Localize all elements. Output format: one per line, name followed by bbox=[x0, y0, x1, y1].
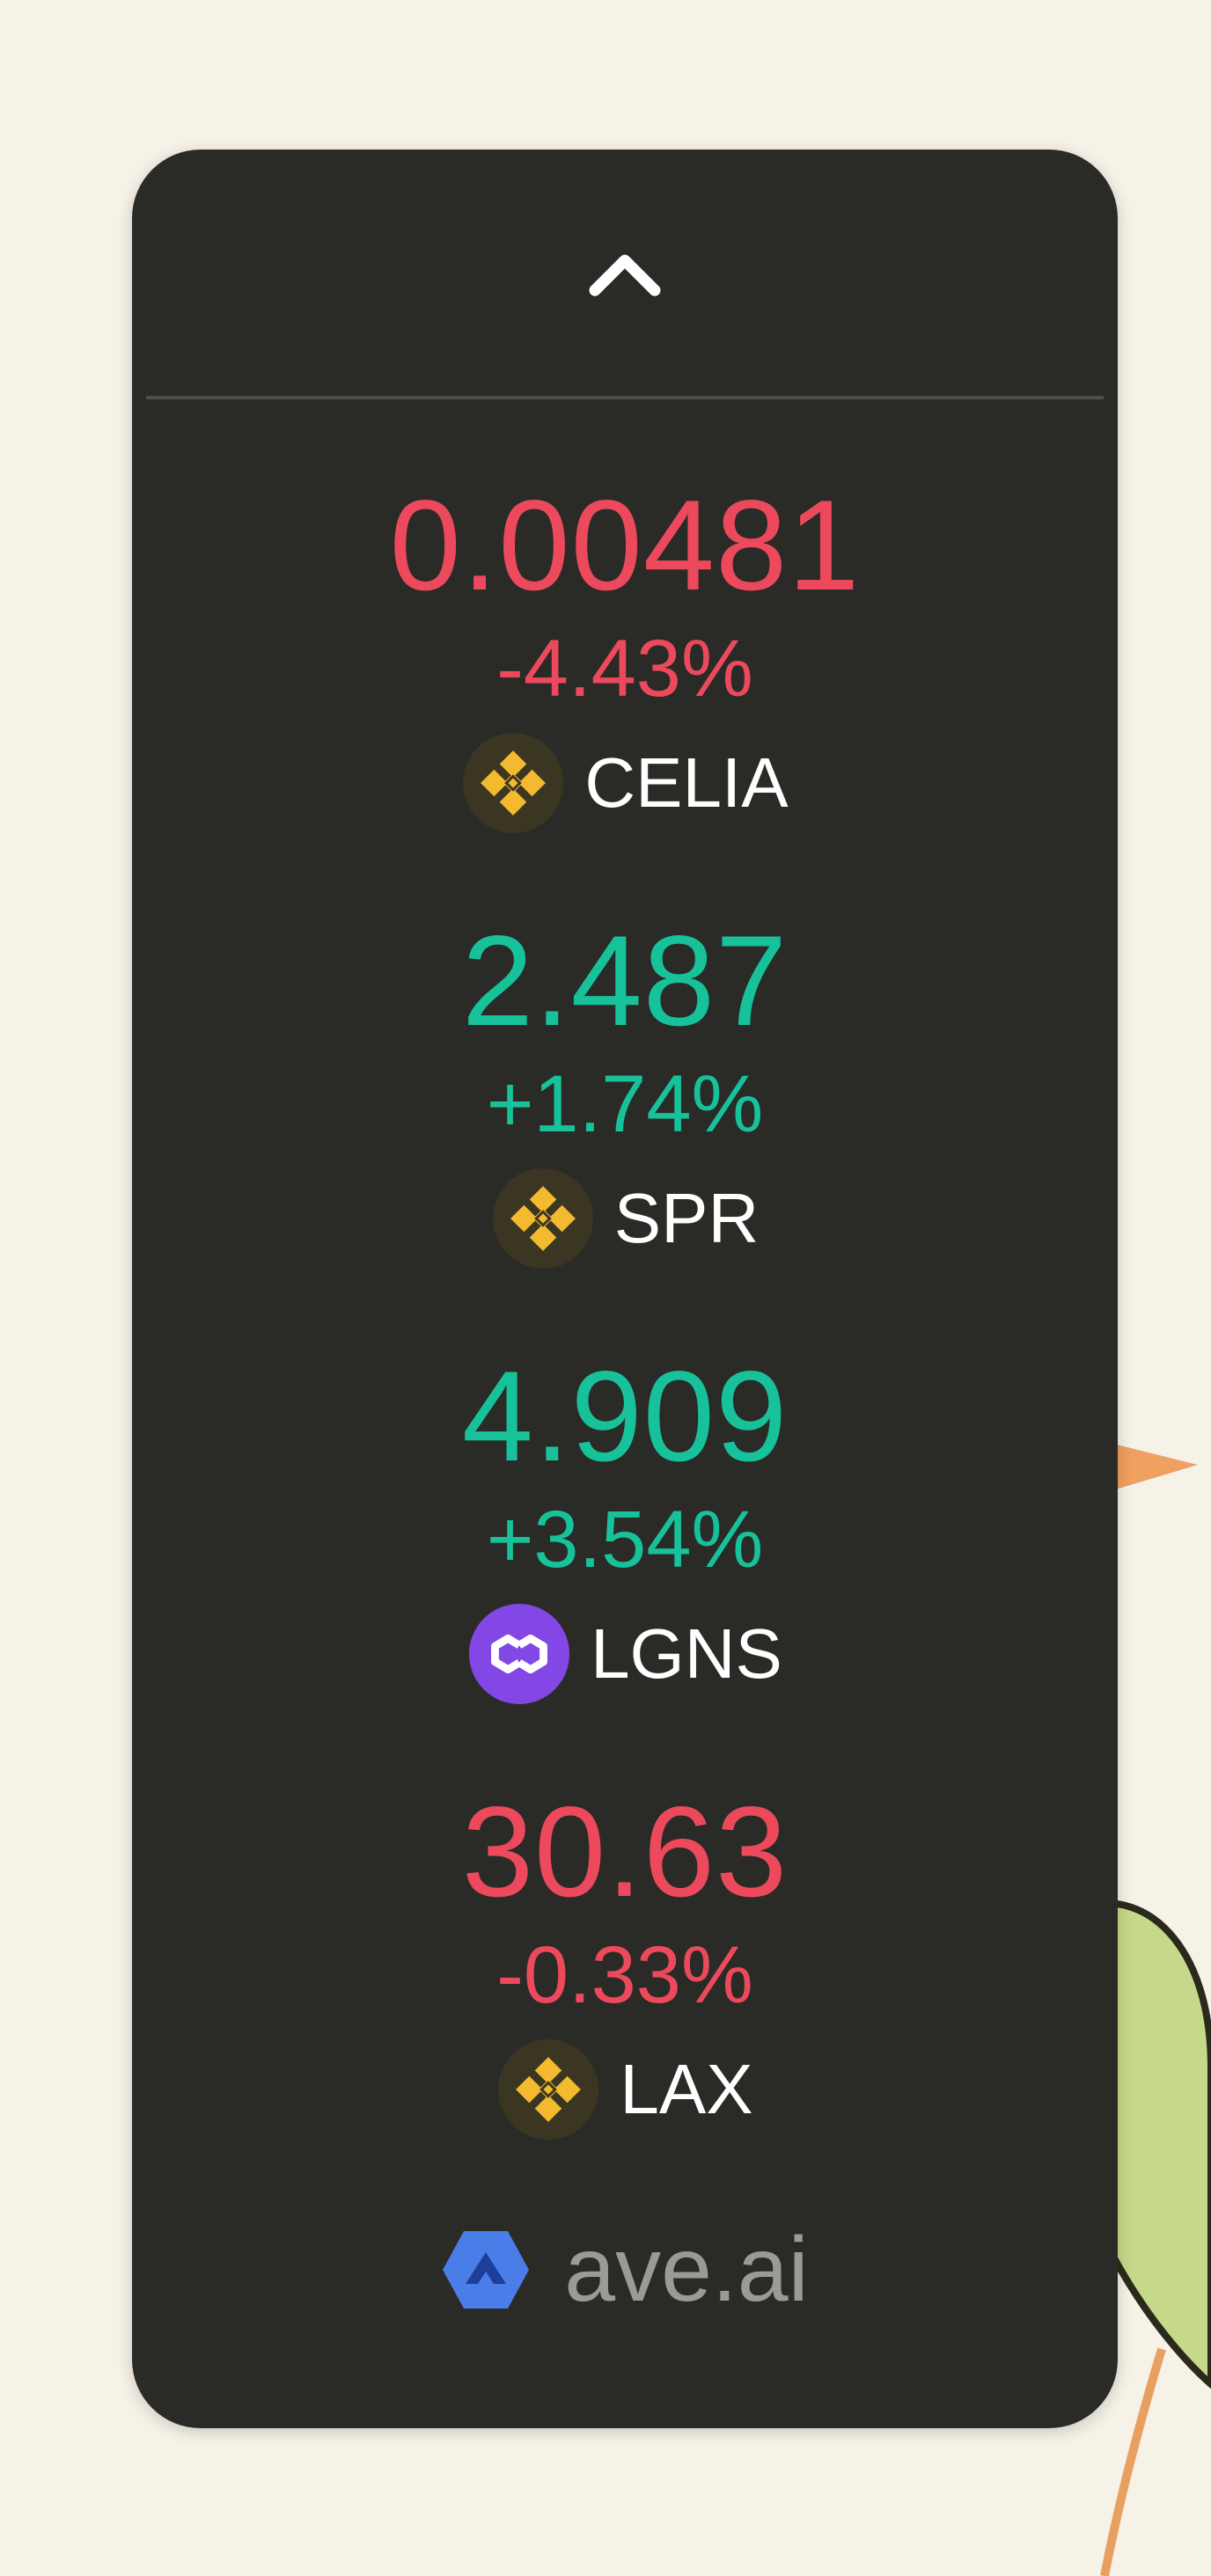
token-symbol: LAX bbox=[620, 2050, 753, 2128]
ticker-item-celia[interactable]: 0.00481 -4.43% CELIA bbox=[132, 479, 1118, 893]
brand-footer[interactable]: ave.ai bbox=[132, 2208, 1118, 2331]
ticker-token-row: SPR bbox=[132, 1166, 1118, 1271]
token-symbol: LGNS bbox=[591, 1614, 782, 1693]
header-divider bbox=[146, 396, 1104, 399]
ticker-item-spr[interactable]: 2.487 +1.74% SPR bbox=[132, 915, 1118, 1328]
ticker-token-row: CELIA bbox=[132, 730, 1118, 836]
ticker-item-lax[interactable]: 30.63 -0.33% LAX bbox=[132, 1786, 1118, 2199]
brand-name: ave.ai bbox=[564, 2219, 809, 2321]
ticker-token-row: LAX bbox=[132, 2037, 1118, 2142]
ticker-price: 0.00481 bbox=[389, 473, 861, 617]
polygon-chain-icon bbox=[469, 1603, 570, 1705]
ticker-change-percent: +1.74% bbox=[486, 1059, 764, 1149]
ticker-price: 30.63 bbox=[461, 1780, 789, 1923]
bnb-chain-icon bbox=[498, 2038, 599, 2141]
bnb-chain-icon bbox=[463, 732, 564, 834]
price-ticker-widget: 0.00481 -4.43% CELIA 2.487 +1.74% SPR 4.… bbox=[132, 150, 1118, 2428]
ave-logo-icon bbox=[443, 2231, 530, 2309]
ticker-price: 2.487 bbox=[461, 909, 789, 1052]
ticker-token-row: LGNS bbox=[132, 1601, 1118, 1707]
ticker-item-lgns[interactable]: 4.909 +3.54% LGNS bbox=[132, 1350, 1118, 1764]
ticker-change-percent: +3.54% bbox=[486, 1495, 764, 1584]
ticker-change-percent: -0.33% bbox=[496, 1930, 753, 2020]
chevron-up-icon[interactable] bbox=[581, 238, 669, 308]
ticker-price: 4.909 bbox=[461, 1344, 789, 1488]
bnb-chain-icon bbox=[492, 1167, 593, 1270]
token-symbol: SPR bbox=[613, 1179, 760, 1257]
token-symbol: CELIA bbox=[584, 743, 789, 822]
ticker-change-percent: -4.43% bbox=[496, 624, 753, 714]
